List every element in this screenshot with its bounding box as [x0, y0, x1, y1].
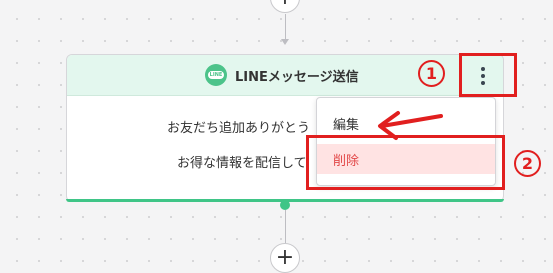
annotation-arrow — [378, 111, 443, 140]
